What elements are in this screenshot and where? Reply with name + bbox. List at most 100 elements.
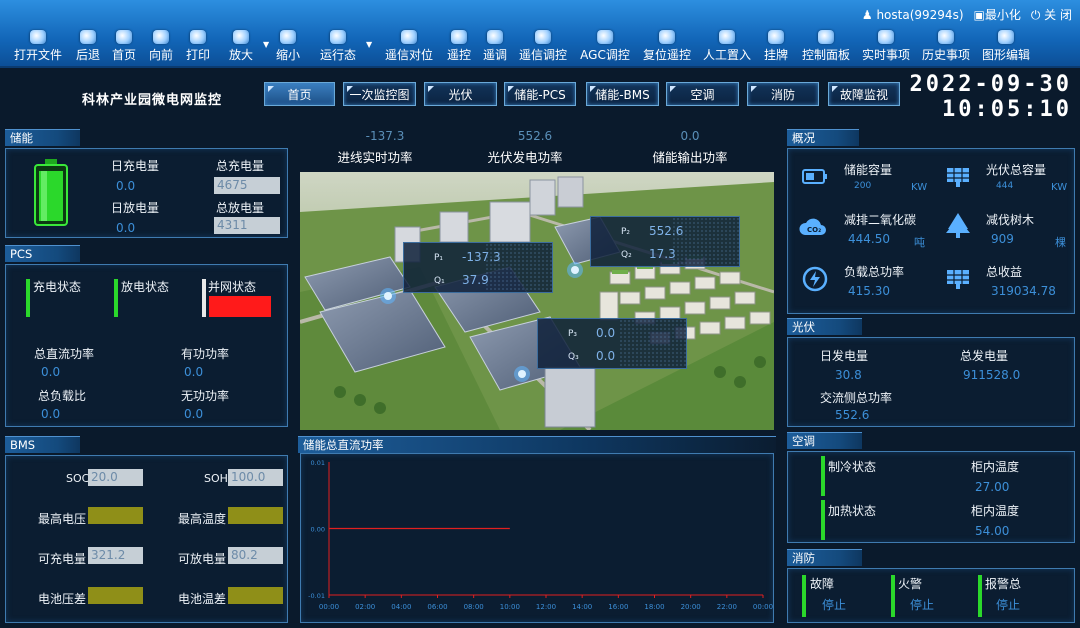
toolbar: ♟ hosta(99294s) ▣最小化 ⏻ 关 闭 打开文件 后退 首页 向前 打印 放… <box>0 0 1080 68</box>
storage-panel: 日充电量 0.0 总充电量 4675 日放电量 0.0 总放电量 4311 <box>5 148 288 238</box>
discharge-state-indicator <box>114 279 118 317</box>
ac-panel: 制冷状态 加热状态 柜内温度 27.00 柜内温度 54.00 <box>787 451 1075 543</box>
toolbar-telesignal-control-button[interactable]: 遥信调控 <box>519 30 567 64</box>
heating-state-label: 加热状态 <box>828 504 877 518</box>
pv-capacity-unit: KW <box>1051 182 1068 193</box>
toolbar-open-file-button[interactable]: 打开文件 <box>14 30 62 64</box>
toolbar-zoom-in-button[interactable]: 放大 <box>229 30 253 64</box>
nav-tab-6[interactable]: 空调 <box>666 82 739 106</box>
run-state-icon <box>329 30 346 44</box>
remote-adjust-icon <box>486 30 503 44</box>
soh-value: 100.0 <box>228 469 283 486</box>
time-display: 10:05:10 <box>942 97 1072 122</box>
temp-diff-value <box>228 587 283 604</box>
user-name: ♟ hosta(99294s) <box>861 7 964 22</box>
nav-tab-7[interactable]: 消防 <box>747 82 819 106</box>
tree-icon <box>946 213 970 238</box>
toolbar-zoom-out-button[interactable]: 缩小 <box>276 30 300 64</box>
grid-pq-overlay: P₁ -137.3 Q₁ 37.9 <box>403 242 553 293</box>
storage-capacity-label: 储能容量 <box>844 163 893 177</box>
toolbar-tag-button[interactable]: 挂牌 <box>764 30 788 64</box>
nav-tab-1[interactable]: 首页 <box>264 82 335 106</box>
open-file-icon <box>29 30 46 44</box>
nav-tab-8[interactable]: 故障监视 <box>828 82 900 106</box>
toolbar-history-events-button[interactable]: 历史事项 <box>922 30 970 64</box>
toolbar-reset-control-button[interactable]: 复位遥控 <box>643 30 691 64</box>
nav-tab-5[interactable]: 储能-BMS <box>586 82 659 106</box>
toolbar-realtime-events-button[interactable]: 实时事项 <box>862 30 910 64</box>
toolbar-home-button[interactable]: 首页 <box>112 30 136 64</box>
pv-panel: 日发电量 30.8 总发电量 911528.0 交流侧总功率 552.6 <box>787 337 1075 427</box>
user-info: ♟ hosta(99294s) ▣最小化 ⏻ 关 闭 <box>862 6 1072 23</box>
chart-y-tick-label: 0.00 <box>311 526 325 534</box>
q1-value: 37.9 <box>462 273 489 287</box>
chart-x-tick-label: 08:00 <box>464 603 484 611</box>
active-power-label: 有功功率 <box>181 347 230 361</box>
dropdown-arrow-icon[interactable]: ▼ <box>263 40 269 49</box>
toolbar-remote-adjust-button[interactable]: 遥调 <box>483 30 507 64</box>
grid-power-value: -137.3 <box>365 129 405 143</box>
dc-power-label: 总直流功率 <box>34 347 95 361</box>
temp-diff-label: 电池温差 <box>178 592 227 606</box>
pv-pq-overlay: P₂ 552.6 Q₂ 17.3 <box>590 216 740 267</box>
realtime-events-icon <box>877 30 894 44</box>
toolbar-manual-input-button[interactable]: 人工置入 <box>703 30 751 64</box>
station-title: 科林产业园微电网监控 <box>82 93 223 108</box>
p1-label: P₁ <box>434 253 444 263</box>
close-button[interactable]: ⏻ 关 闭 <box>1031 6 1072 23</box>
forward-icon <box>152 30 169 44</box>
cabinet-temp-1-label: 柜内温度 <box>971 460 1020 474</box>
chart-x-tick-label: 00:00 <box>753 603 773 611</box>
dropdown-arrow-icon[interactable]: ▼ <box>366 40 372 49</box>
print-icon <box>189 30 206 44</box>
toolbar-forward-button[interactable]: 向前 <box>149 30 173 64</box>
toolbar-label: 图形编辑 <box>981 48 1031 62</box>
chart-x-tick-label: 06:00 <box>427 603 447 611</box>
p2-value: 552.6 <box>649 224 684 238</box>
co2-cloud-icon: CO₂ <box>799 218 826 235</box>
dischargeable-value: 80.2 <box>228 547 283 564</box>
bms-panel: SOC 20.0 SOH 100.0 最高电压 最高温度 可充电量 321.2 … <box>5 455 288 623</box>
max-temp-value <box>228 507 283 524</box>
tag-icon <box>767 30 784 44</box>
nav-tab-4[interactable]: 储能-PCS <box>504 82 576 106</box>
toolbar-graph-edit-button[interactable]: 图形编辑 <box>982 30 1030 64</box>
pcs-panel-title: PCS <box>5 245 80 262</box>
cooling-state-indicator <box>821 456 825 496</box>
active-power-value: 0.0 <box>184 365 204 379</box>
fire-panel-title: 消防 <box>787 549 862 566</box>
nav-tab-3[interactable]: 光伏 <box>424 82 497 106</box>
pcs-panel: 充电状态 放电状态 并网状态 总直流功率 0.0 有功功率 0.0 总负载比 0… <box>5 264 288 427</box>
manual-input-icon <box>718 30 735 44</box>
reactive-power-label: 无功功率 <box>181 389 230 403</box>
chart-x-tick-label: 12:00 <box>536 603 556 611</box>
svg-text:CO₂: CO₂ <box>807 226 821 234</box>
toolbar-label: 实时事项 <box>861 48 911 62</box>
toolbar-agc-button[interactable]: AGC调控 <box>580 30 630 64</box>
toolbar-label: 遥调 <box>482 48 508 62</box>
cooling-state-label: 制冷状态 <box>828 460 877 474</box>
load-power-icon <box>802 266 828 292</box>
toolbar-telesignal-align-button[interactable]: 遥信对位 <box>385 30 433 64</box>
chart-x-tick-label: 02:00 <box>355 603 375 611</box>
toolbar-print-button[interactable]: 打印 <box>186 30 210 64</box>
fault-label: 故障 <box>810 577 835 591</box>
chart-x-tick-label: 14:00 <box>572 603 592 611</box>
toolbar-run-state-button[interactable]: 运行态 <box>320 30 356 64</box>
toolbar-label: 遥控 <box>446 48 472 62</box>
load-ratio-value: 0.0 <box>41 407 61 421</box>
pv-capacity-value: 444 <box>996 181 1014 191</box>
toolbar-control-panel-button[interactable]: 控制面板 <box>802 30 850 64</box>
nav-tab-2[interactable]: 一次监控图 <box>343 82 416 106</box>
campus-illustration <box>300 172 774 430</box>
chart-y-tick-label: 0.01 <box>311 459 325 467</box>
p3-value: 0.0 <box>596 326 616 340</box>
toolbar-label: 打开文件 <box>13 48 63 62</box>
load-power-value: 415.30 <box>848 284 890 298</box>
minimize-button[interactable]: ▣最小化 <box>974 6 1021 23</box>
toolbar-back-button[interactable]: 后退 <box>76 30 100 64</box>
toolbar-remote-control-button[interactable]: 遥控 <box>447 30 471 64</box>
fire-alarm-indicator <box>891 575 895 617</box>
datetime-display: 2022-09-30 10:05:10 <box>910 72 1072 122</box>
volt-diff-label: 电池压差 <box>38 592 87 606</box>
